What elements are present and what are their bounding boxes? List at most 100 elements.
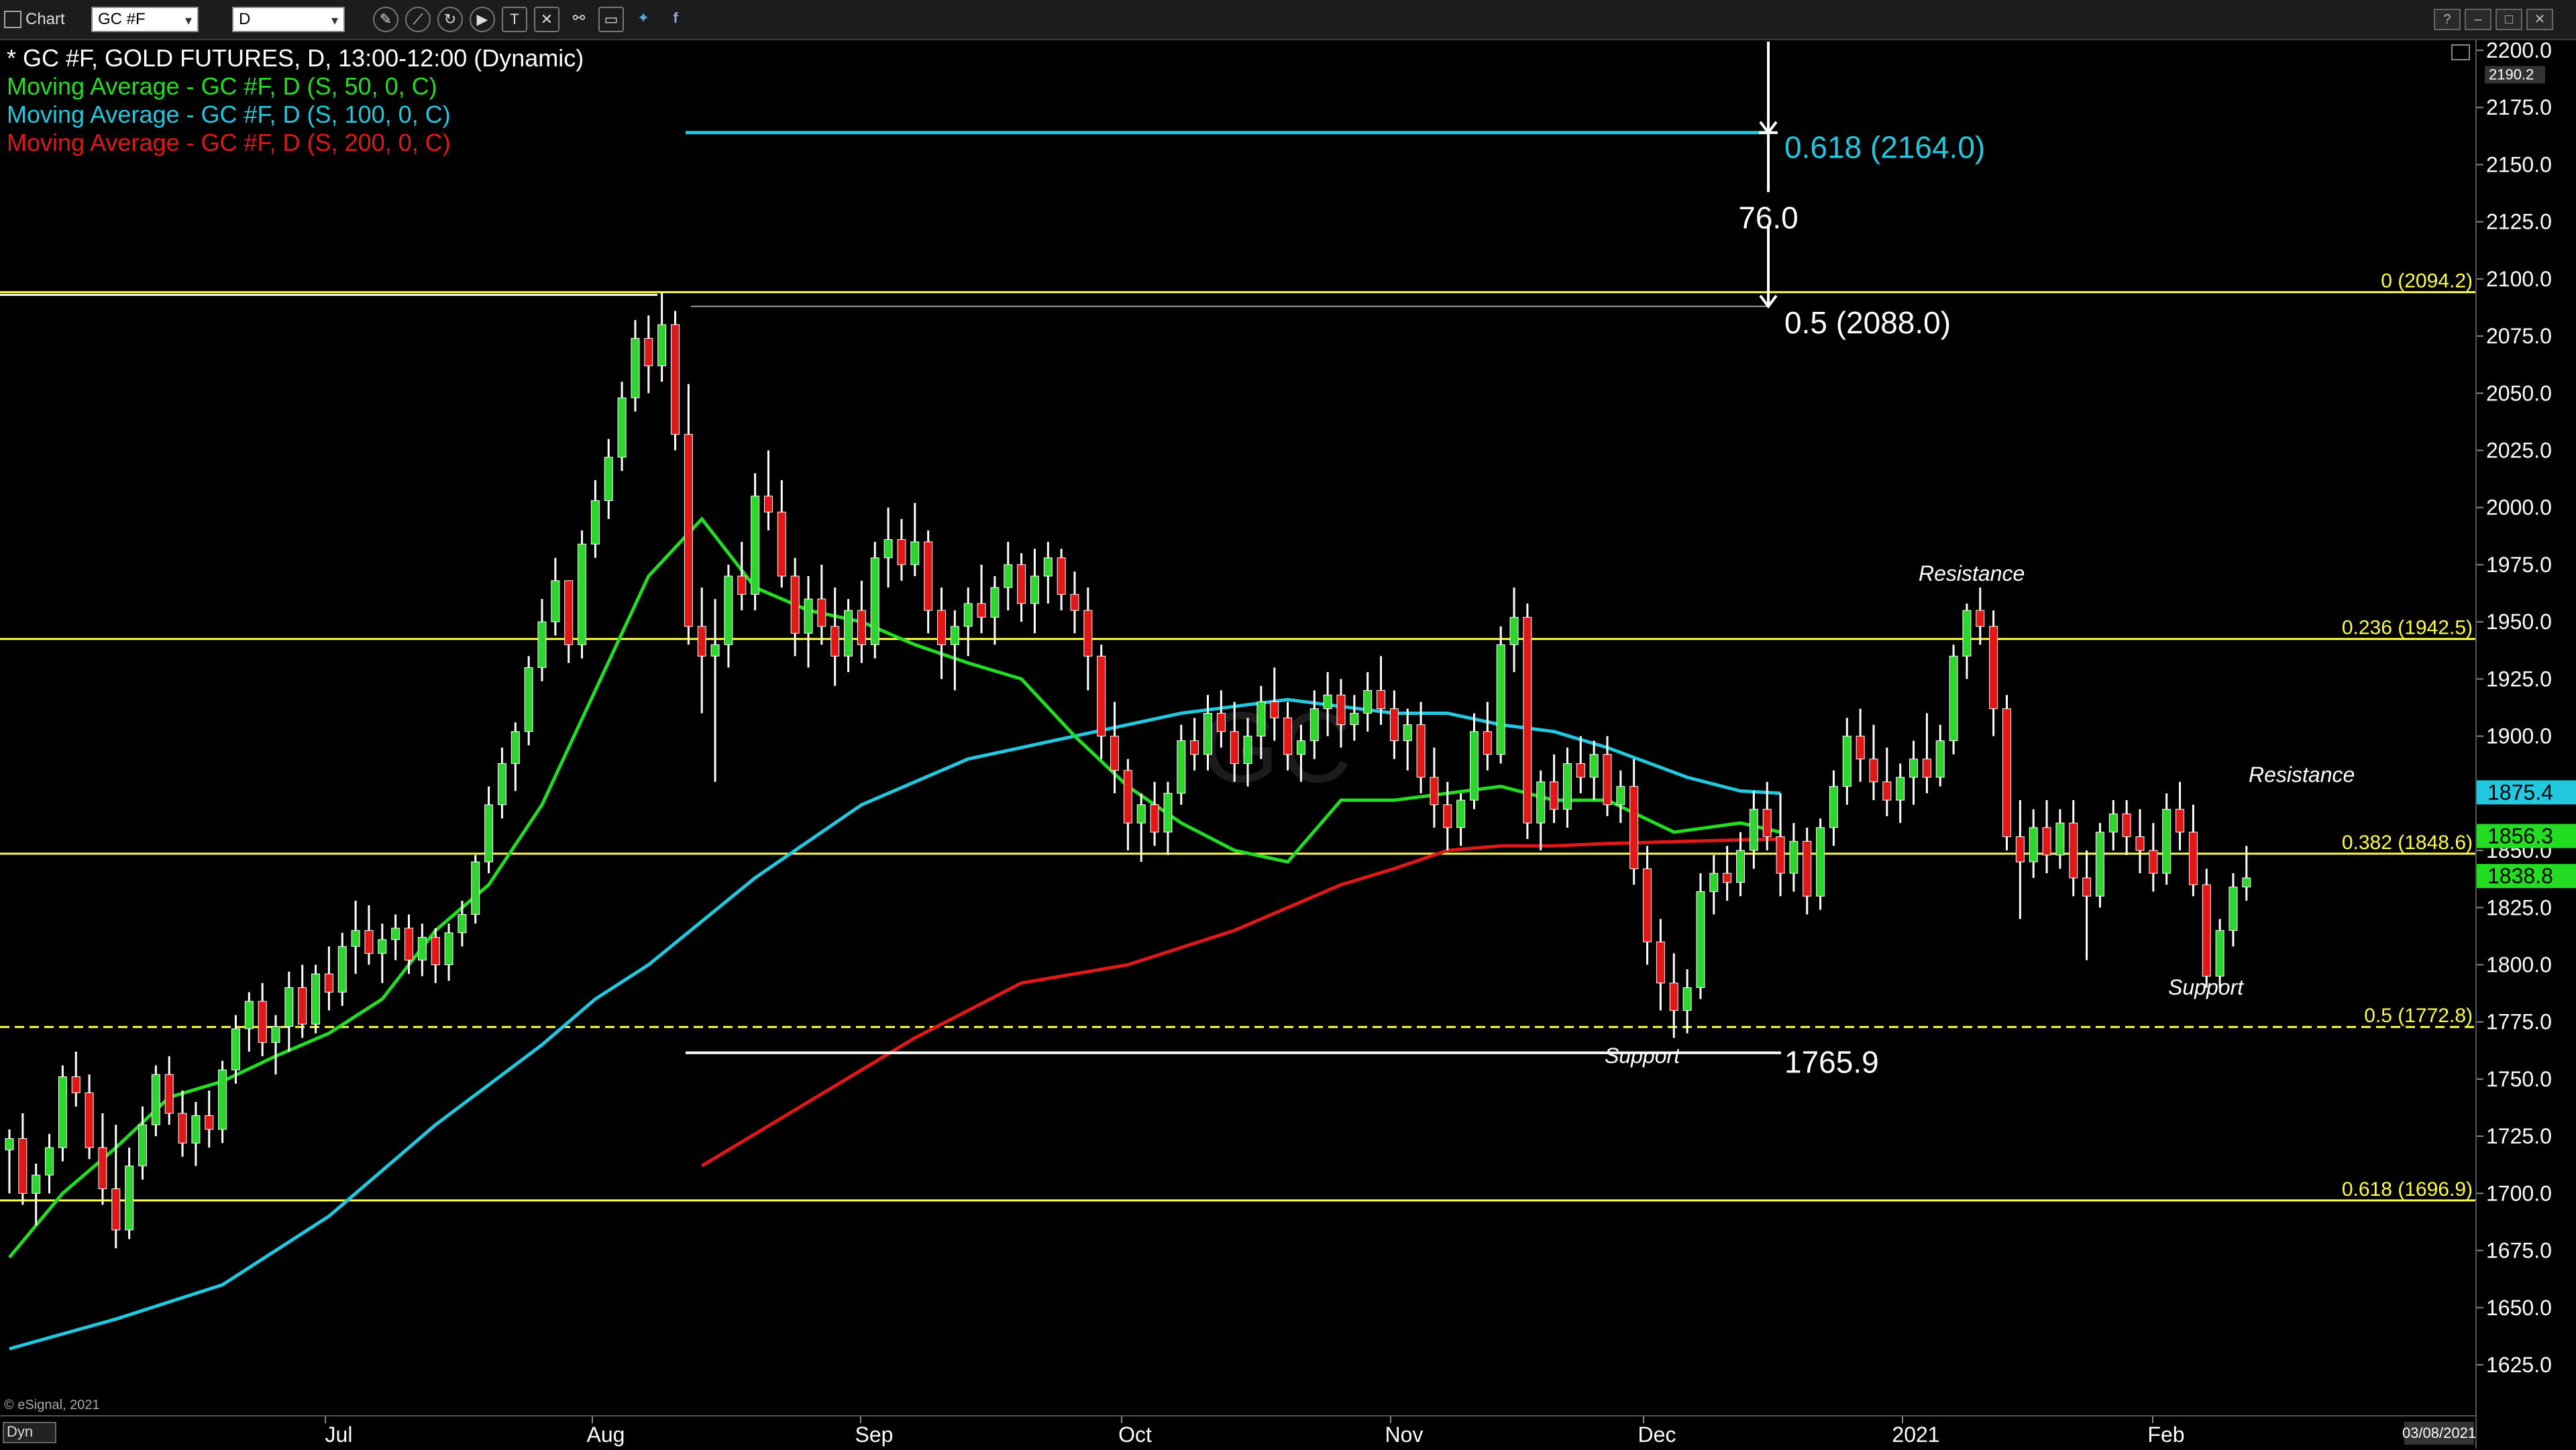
candle-body [790, 575, 800, 634]
ma100-price-tag: 1875.4 [2487, 780, 2553, 804]
candle-body [644, 337, 653, 366]
candle-body [1550, 781, 1559, 810]
interval-input[interactable]: D ▾ [232, 7, 345, 32]
candle-body [2202, 884, 2211, 977]
candle [178, 1090, 187, 1157]
candle-body [1070, 594, 1079, 611]
candle [311, 964, 321, 1034]
candle-body [1470, 731, 1479, 801]
link-icon[interactable]: ⚯ [566, 7, 592, 32]
time-label-jul: Jul [325, 1423, 353, 1447]
price-chart[interactable]: GC0 (2094.2)0.236 (1942.5)0.382 (1848.6)… [0, 40, 2475, 1415]
candle-body [990, 587, 1000, 618]
candle [1776, 793, 1785, 897]
candle [2188, 804, 2198, 897]
candle [804, 576, 813, 668]
twitter-icon[interactable]: ✦ [631, 7, 656, 32]
candle-body [1643, 868, 1652, 942]
chart-area[interactable]: GC 0 (2094.2) 0.236 (1942.5) 0.382 (1848.6)… [0, 40, 2475, 1415]
price-tick-label: 2200.0 [2486, 40, 2552, 62]
candle [1696, 873, 1705, 999]
minimize-button[interactable]: – [2465, 9, 2491, 30]
legend-ma50[interactable]: Moving Average - GC #F, D (S, 50, 0, C) [7, 72, 437, 101]
candle-body [1709, 873, 1719, 892]
loop-icon[interactable]: ↻ [437, 7, 463, 32]
play-icon[interactable]: ▶ [470, 7, 495, 32]
candle-body [2242, 877, 2251, 888]
candle [1150, 781, 1159, 846]
candle-body [2108, 814, 2118, 833]
line-tool-icon[interactable]: ⟋ [405, 7, 431, 32]
price-tick-label: 1650.0 [2486, 1296, 2552, 1320]
candle-body [2002, 708, 2011, 838]
candle-body [431, 937, 440, 965]
candle-body [444, 932, 453, 965]
candle [1829, 770, 1838, 846]
candle [1576, 736, 1585, 793]
legend-ma100[interactable]: Moving Average - GC #F, D (S, 100, 0, C) [7, 101, 451, 129]
interval-dropdown-icon[interactable]: ▾ [331, 12, 338, 29]
maximize-button[interactable]: □ [2496, 9, 2522, 30]
candle-body [1869, 759, 1878, 783]
collapse-panel-icon[interactable] [2451, 44, 2470, 60]
x-tool-icon[interactable]: ✕ [534, 7, 559, 32]
candle-body [1216, 713, 1226, 732]
candle [1856, 708, 1865, 782]
candle-body [684, 434, 693, 627]
candle [2055, 809, 2065, 869]
symbol-dropdown-icon[interactable]: ▾ [185, 12, 192, 29]
candle-body [2095, 832, 2104, 897]
candle [417, 924, 427, 977]
facebook-icon[interactable]: f [663, 7, 688, 32]
candle [763, 450, 773, 531]
candle-body [963, 603, 973, 627]
time-axis[interactable]: Jul Aug Sep Oct Nov Dec 2021 Feb 03/08/2021 Dyn [0, 1415, 2475, 1449]
candle-body [1389, 708, 1399, 741]
candle [1935, 724, 1945, 787]
dynamic-scale-button[interactable]: Dyn [3, 1422, 56, 1443]
candle-body [604, 457, 613, 502]
legend-ma200[interactable]: Moving Average - GC #F, D (S, 200, 0, C) [7, 129, 451, 157]
help-button[interactable]: ? [2434, 9, 2461, 30]
symbol-value: GC #F [98, 10, 146, 28]
candle-body [164, 1074, 174, 1114]
candle [1483, 702, 1492, 771]
draw-pencil-icon[interactable]: ✎ [373, 7, 398, 32]
candle-body [1110, 736, 1120, 771]
fib-level-0382-label: 0.382 (1848.6) [2342, 832, 2473, 854]
candle [1629, 759, 1639, 885]
candle [1043, 541, 1053, 604]
candle-body [1656, 941, 1665, 984]
message-icon[interactable]: ▭ [598, 7, 624, 32]
price-tick-label: 2150.0 [2486, 152, 2552, 176]
symbol-input[interactable]: GC #F ▾ [91, 7, 199, 32]
text-tool-icon[interactable]: T [502, 7, 527, 32]
candle [1922, 713, 1931, 793]
price-tick-label: 1775.0 [2486, 1010, 2552, 1034]
candle-body [378, 939, 387, 954]
candle-body [804, 598, 813, 634]
candle [1909, 740, 1919, 805]
close-button[interactable]: ✕ [2526, 9, 2553, 30]
candle-body [484, 804, 494, 862]
dynamic-scale-label: Dyn [7, 1423, 34, 1440]
candle [1083, 588, 1093, 691]
candle [977, 564, 986, 634]
candle [324, 946, 333, 1011]
price-tick-label: 2175.0 [2486, 95, 2552, 119]
candle-body [2149, 850, 2158, 874]
candle-body [524, 667, 533, 732]
candle-body [737, 575, 747, 595]
candle [1190, 718, 1199, 771]
candle [2095, 823, 2104, 908]
fib-ext-05-label: 0.5 (2088.0) [1784, 305, 1951, 340]
candle [2029, 809, 2038, 878]
candle-body [657, 324, 667, 366]
candle-body [111, 1188, 121, 1231]
candle [2162, 793, 2171, 885]
candle [1097, 645, 1106, 759]
esignal-watermark: © eSignal, 2021 [4, 1398, 100, 1412]
price-axis[interactable]: 2200.0 2175.0 2150.0 2125.0 2100.0 2075.0 2050… [2475, 40, 2576, 1449]
candle [897, 518, 906, 581]
fib-level-0618-label: 0.618 (1696.9) [2342, 1178, 2473, 1201]
